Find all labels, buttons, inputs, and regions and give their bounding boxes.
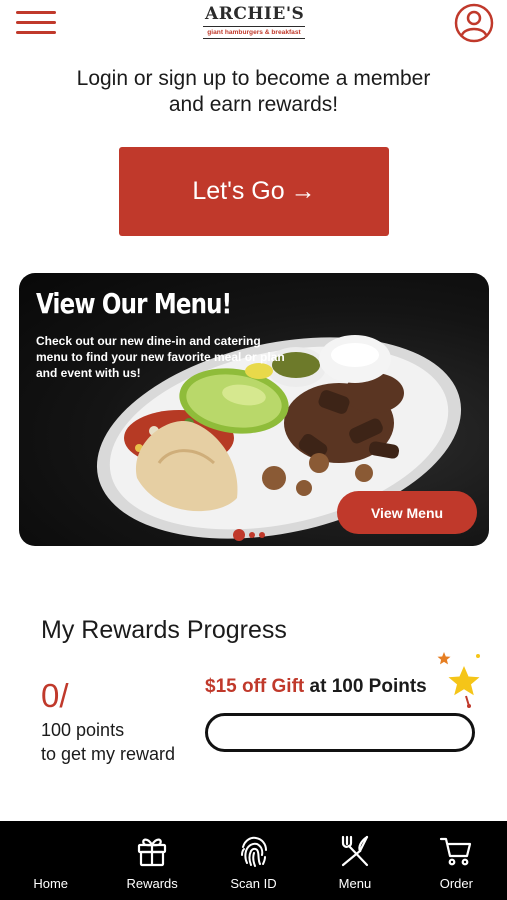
rewards-section-title: My Rewards Progress [41, 616, 287, 644]
menu-card-description: Check out our new dine-in and catering m… [36, 334, 285, 380]
hamburger-menu-icon[interactable] [16, 9, 56, 37]
nav-label-rewards: Rewards [126, 876, 178, 891]
points-count: 0/ [41, 677, 69, 714]
carousel-dot[interactable] [259, 532, 265, 538]
gift-icon [138, 838, 167, 867]
nav-item-menu[interactable]: Menu [304, 821, 405, 900]
nav-label-scan-id: Scan ID [230, 876, 277, 891]
points-goal-line1: 100 points [41, 720, 125, 740]
gift-amount: $15 off Gift [205, 676, 305, 697]
nav-item-home[interactable]: Home [0, 821, 101, 900]
nav-item-scan-id[interactable]: Scan ID [203, 821, 304, 900]
bottom-navigation: Home Rewards Scan ID Menu Order [0, 821, 507, 900]
view-menu-button[interactable]: View Menu [337, 491, 477, 534]
carousel-indicator [233, 529, 265, 541]
carousel-dot[interactable] [249, 532, 255, 538]
fork-knife-icon [341, 835, 369, 867]
arrow-right-icon: → [290, 177, 316, 205]
reward-gift-label: $15 off Gift at 100 Points [205, 676, 427, 698]
nav-label-home: Home [33, 876, 69, 891]
menu-promo-card[interactable]: View Our Menu! Check out our new dine-in… [19, 273, 489, 546]
logo-tagline: giant hamburgers & breakfast [203, 27, 305, 39]
app-header: ARCHIE'S giant hamburgers & breakfast [0, 0, 507, 50]
login-prompt: Login or sign up to become a member and … [40, 66, 467, 118]
profile-icon[interactable] [454, 3, 494, 43]
gift-threshold: at 100 Points [309, 676, 427, 697]
login-prompt-line2: and earn rewards! [168, 93, 339, 116]
carousel-dot[interactable] [233, 529, 245, 541]
fingerprint-icon [240, 836, 267, 867]
nav-item-order[interactable]: Order [406, 821, 507, 900]
nav-label-menu: Menu [338, 876, 372, 891]
nav-label-order: Order [439, 876, 473, 891]
lets-go-button[interactable]: Let's Go → [119, 147, 389, 236]
cart-icon [440, 837, 472, 866]
login-prompt-line1: Login or sign up to become a member [76, 67, 431, 90]
nav-item-rewards[interactable]: Rewards [101, 821, 202, 900]
points-goal-label: 100 points to get my reward [41, 718, 206, 766]
points-goal-line2: to get my reward [41, 744, 176, 764]
archies-logo[interactable]: ARCHIE'S giant hamburgers & breakfast [203, 2, 305, 42]
rewards-progress-bar [205, 713, 475, 752]
logo-name: ARCHIE'S [203, 2, 305, 27]
menu-card-title: View Our Menu! [36, 287, 232, 320]
lets-go-label: Let's Go [192, 177, 285, 205]
star-icon [437, 652, 480, 708]
